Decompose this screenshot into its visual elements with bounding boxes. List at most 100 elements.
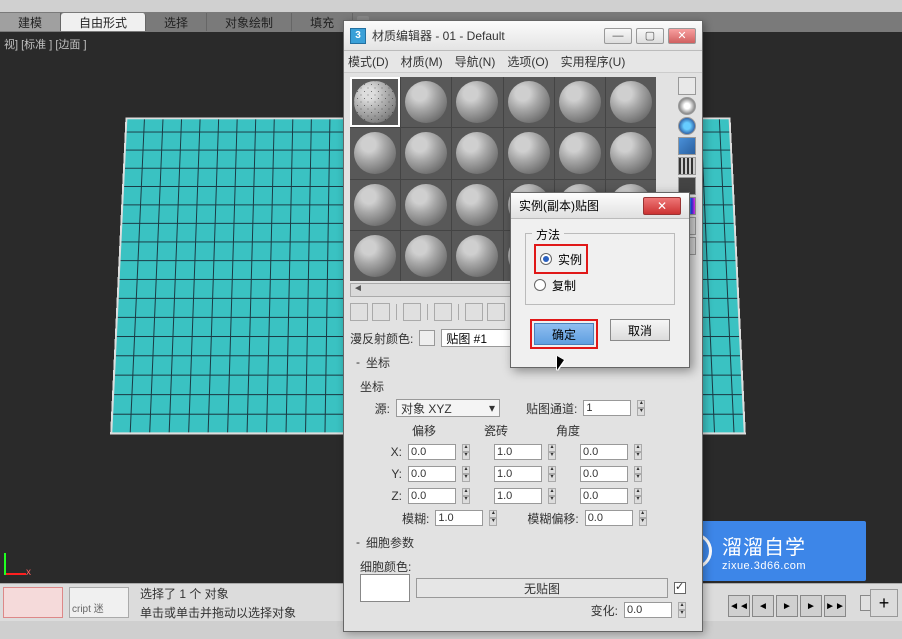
menu-options[interactable]: 选项(O) bbox=[507, 53, 548, 70]
background-icon[interactable] bbox=[678, 117, 696, 135]
y-angle-spinner[interactable]: 0.0 bbox=[580, 466, 628, 482]
y-offset-spinner[interactable]: 0.0 bbox=[408, 466, 456, 482]
zoom-extents-icon[interactable]: + bbox=[870, 589, 898, 617]
minimize-button[interactable]: — bbox=[604, 28, 632, 44]
z-offset-spinner[interactable]: 0.0 bbox=[408, 488, 456, 504]
material-slot[interactable] bbox=[504, 128, 554, 178]
material-slot[interactable] bbox=[401, 180, 451, 230]
video-check-icon[interactable] bbox=[678, 157, 696, 175]
close-button[interactable]: ✕ bbox=[668, 28, 696, 44]
variation-label: 变化: bbox=[591, 602, 618, 619]
material-slot[interactable] bbox=[350, 128, 400, 178]
material-slot[interactable] bbox=[452, 231, 502, 281]
viewport-label: 视] [标准 ] [边面 ] bbox=[4, 36, 87, 52]
make-unique-icon[interactable] bbox=[465, 303, 483, 321]
material-slot[interactable] bbox=[350, 231, 400, 281]
material-slot[interactable] bbox=[350, 77, 400, 127]
z-angle-spinner[interactable]: 0.0 bbox=[580, 488, 628, 504]
blur-spinner[interactable]: 1.0 bbox=[435, 510, 483, 526]
map-channel-label: 贴图通道: bbox=[526, 400, 577, 417]
source-dropdown[interactable]: 对象 XYZ ▾ bbox=[396, 399, 500, 417]
map-channel-spinner[interactable]: 1 bbox=[583, 400, 631, 416]
ribbon-tab-select[interactable]: 选择 bbox=[146, 13, 207, 31]
instance-dialog-title: 实例(副本)贴图 bbox=[519, 197, 599, 214]
menu-navigate[interactable]: 导航(N) bbox=[455, 53, 496, 70]
diffuse-color-label: 漫反射颜色: bbox=[350, 330, 413, 347]
instance-dialog-titlebar[interactable]: 实例(副本)贴图 ✕ bbox=[511, 193, 689, 219]
cell-map-none-button[interactable]: 无贴图 bbox=[416, 578, 668, 598]
cellular-rollout-header[interactable]: - 细胞参数 bbox=[350, 533, 696, 551]
dialog-close-button[interactable]: ✕ bbox=[643, 197, 681, 215]
play-icon[interactable]: ► bbox=[776, 595, 798, 617]
z-tile-spinner[interactable]: 1.0 bbox=[494, 488, 542, 504]
col-tile: 瓷砖 bbox=[484, 422, 508, 439]
material-slot[interactable] bbox=[555, 128, 605, 178]
instance-radio[interactable] bbox=[540, 253, 552, 265]
menu-modes[interactable]: 模式(D) bbox=[348, 53, 389, 70]
material-slot[interactable] bbox=[504, 77, 554, 127]
material-slot[interactable] bbox=[401, 128, 451, 178]
material-slot[interactable] bbox=[401, 231, 451, 281]
pick-color-icon[interactable] bbox=[419, 330, 435, 346]
next-key-icon[interactable]: ►► bbox=[824, 595, 846, 617]
ribbon-tab-objpaint[interactable]: 对象绘制 bbox=[207, 13, 292, 31]
instance-copy-dialog: 实例(副本)贴图 ✕ 方法 实例 复制 确定 取消 bbox=[510, 192, 690, 368]
maxscript-mini-listener[interactable]: cript 迷 bbox=[69, 587, 129, 618]
playback-controls: ◄◄ ◄ ► ► ►► bbox=[728, 595, 846, 617]
material-slot[interactable] bbox=[555, 77, 605, 127]
next-frame-icon[interactable]: ► bbox=[800, 595, 822, 617]
collapse-icon: - bbox=[356, 535, 360, 549]
copy-radio-label: 复制 bbox=[552, 277, 576, 294]
cell-color-swatch[interactable] bbox=[360, 574, 410, 602]
ok-button[interactable]: 确定 bbox=[534, 323, 594, 345]
cancel-button[interactable]: 取消 bbox=[610, 319, 670, 341]
material-slot[interactable] bbox=[401, 77, 451, 127]
cursor-arrow-icon bbox=[557, 356, 564, 370]
coordinates-rollout: - 坐标 坐标 源: 对象 XYZ ▾ 贴图通道: 1 ▴▾ 偏移 瓷砖 bbox=[350, 353, 696, 531]
maximize-button[interactable]: ▢ bbox=[636, 28, 664, 44]
reset-map-icon[interactable] bbox=[434, 303, 452, 321]
put-to-library-icon[interactable] bbox=[487, 303, 505, 321]
menu-utilities[interactable]: 实用程序(U) bbox=[561, 53, 626, 70]
material-slot[interactable] bbox=[350, 180, 400, 230]
ribbon-tab-freeform[interactable]: 自由形式 bbox=[61, 13, 146, 31]
material-slot[interactable] bbox=[452, 128, 502, 178]
backlight-icon[interactable] bbox=[678, 97, 696, 115]
cell-title: 细胞参数 bbox=[366, 534, 414, 551]
sample-type-icon[interactable] bbox=[678, 77, 696, 95]
get-material-icon[interactable] bbox=[350, 303, 368, 321]
assign-material-icon[interactable] bbox=[403, 303, 421, 321]
blur-offset-spinner[interactable]: 0.0 bbox=[585, 510, 633, 526]
x-angle-spinner[interactable]: 0.0 bbox=[580, 444, 628, 460]
col-offset: 偏移 bbox=[412, 422, 436, 439]
material-editor-titlebar[interactable]: 3 材质编辑器 - 01 - Default — ▢ ✕ bbox=[344, 21, 702, 51]
sample-uv-icon[interactable] bbox=[678, 137, 696, 155]
ok-button-highlight: 确定 bbox=[530, 319, 598, 349]
copy-radio[interactable] bbox=[534, 279, 546, 291]
y-tile-spinner[interactable]: 1.0 bbox=[494, 466, 542, 482]
material-editor-title: 材质编辑器 - 01 - Default bbox=[372, 27, 604, 44]
coords-subtitle: 坐标 bbox=[360, 378, 384, 395]
cell-color-label: 细胞颜色: bbox=[360, 558, 411, 575]
material-slot[interactable] bbox=[452, 77, 502, 127]
cell-map-enable-check[interactable] bbox=[674, 582, 686, 594]
watermark-title: 溜溜自学 bbox=[722, 531, 806, 560]
watermark-url: zixue.3d66.com bbox=[722, 560, 806, 572]
ribbon-tab-modeling[interactable]: 建模 bbox=[0, 13, 61, 31]
app-icon: 3 bbox=[350, 28, 366, 44]
menu-material[interactable]: 材质(M) bbox=[401, 53, 443, 70]
x-offset-spinner[interactable]: 0.0 bbox=[408, 444, 456, 460]
x-tile-spinner[interactable]: 1.0 bbox=[494, 444, 542, 460]
variation-spinner[interactable]: 0.0 bbox=[624, 602, 672, 618]
prev-frame-icon[interactable]: ◄ bbox=[752, 595, 774, 617]
blur-label: 模糊: bbox=[402, 510, 429, 527]
status-color-swatch bbox=[3, 587, 63, 618]
material-slot[interactable] bbox=[452, 180, 502, 230]
method-group: 方法 实例 复制 bbox=[525, 233, 675, 305]
chevron-down-icon: ▾ bbox=[489, 401, 495, 415]
material-slot[interactable] bbox=[606, 128, 656, 178]
prev-key-icon[interactable]: ◄◄ bbox=[728, 595, 750, 617]
material-slot[interactable] bbox=[606, 77, 656, 127]
put-to-scene-icon[interactable] bbox=[372, 303, 390, 321]
instance-option-highlight: 实例 bbox=[534, 244, 588, 274]
